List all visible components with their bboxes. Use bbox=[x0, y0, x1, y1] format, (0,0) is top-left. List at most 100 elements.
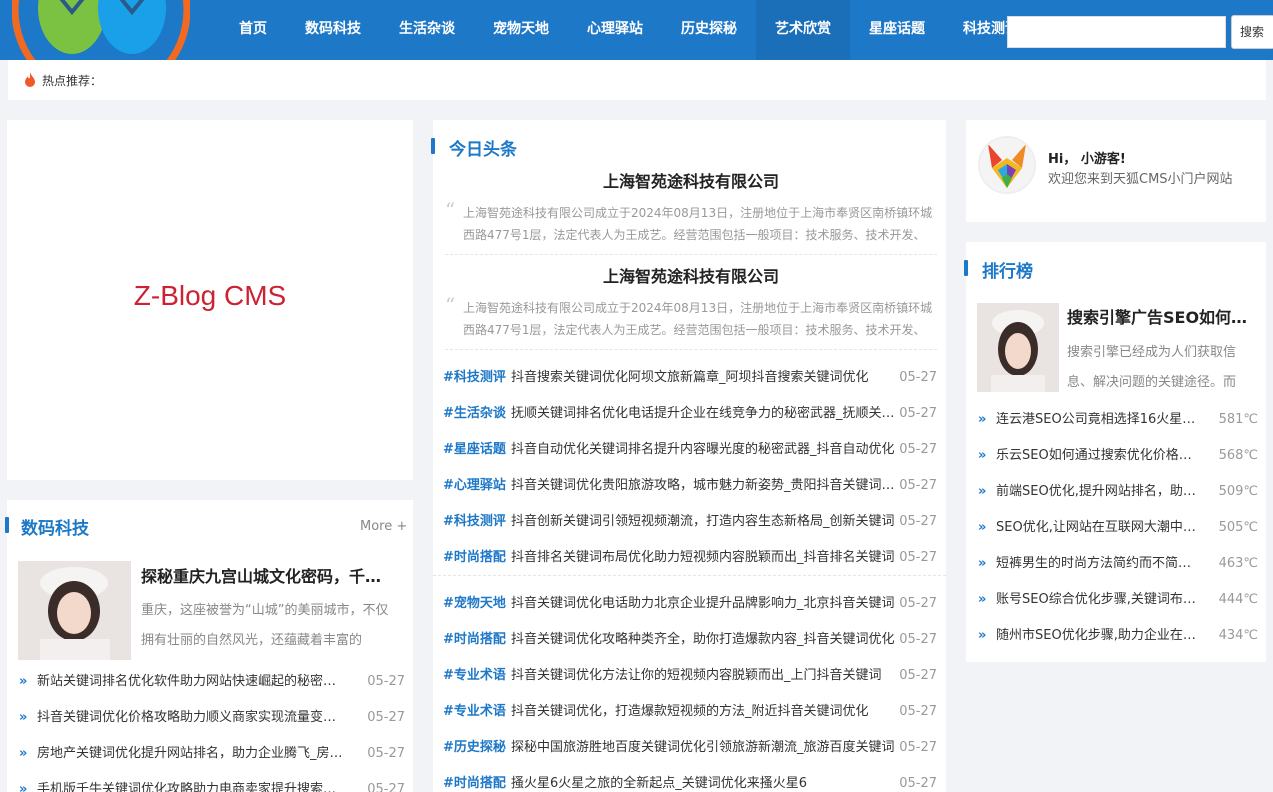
nav-item-life[interactable]: 生活杂谈 bbox=[380, 0, 474, 60]
featured-title[interactable]: 搜索引擎广告SEO如何… bbox=[1067, 304, 1259, 328]
featured-summary: 搜索引擎已经成为人们获取信息、解决问题的关键途径。而 bbox=[1067, 345, 1237, 390]
news-tag[interactable]: #时尚搭配 bbox=[443, 540, 506, 576]
list-item[interactable]: » 手机版千牛关键词优化攻略助力电商卖家提升搜索… 05-27 bbox=[19, 772, 405, 792]
news-tag[interactable]: #心理驿站 bbox=[443, 468, 506, 504]
news-tag[interactable]: #时尚搭配 bbox=[443, 766, 506, 792]
list-item[interactable]: » 短裤男生的时尚方法简约而不简… 463℃ bbox=[978, 546, 1258, 582]
list-item[interactable]: » 乐云SEO如何通过搜索优化价格… 568℃ bbox=[978, 438, 1258, 474]
more-link[interactable]: More + bbox=[360, 519, 407, 534]
news-title[interactable]: 抖音关键词优化方法让你的短视频内容脱颖而出_上门抖音关键词 bbox=[511, 658, 897, 694]
ad-banner[interactable]: Z-Blog CMS bbox=[7, 120, 413, 480]
portrait-image bbox=[18, 561, 131, 660]
list-item[interactable]: » 新站关键词排名优化软件助力网站快速崛起的秘密… 05-27 bbox=[19, 664, 405, 700]
news-row[interactable]: #专业术语 抖音关键词优化，打造爆款短视频的方法_附近抖音关键词优化 05-27 bbox=[443, 694, 937, 730]
news-row[interactable]: #心理驿站 抖音关键词优化贵阳旅游攻略，城市魅力新姿势_贵阳抖音关键词优化 05-2… bbox=[443, 468, 937, 504]
news-row[interactable]: #生活杂谈 抚顺关键词排名优化电话提升企业在线竞争力的秘密武器_抚顺关键词 05-2… bbox=[443, 396, 937, 432]
news-title[interactable]: 抖音排名关键词布局优化助力短视频内容脱颖而出_抖音排名关键词 bbox=[511, 540, 897, 576]
news-title[interactable]: 抖音关键词优化，打造爆款短视频的方法_附近抖音关键词优化 bbox=[511, 694, 897, 730]
chevron-right-icon: » bbox=[978, 448, 987, 463]
news-row[interactable]: #科技测评 抖音创新关键词引领短视频潮流，打造内容生态新格局_创新关键词 05-27 bbox=[443, 504, 937, 540]
news-title[interactable]: 搔火星6火星之旅的全新起点_关键词优化来搔火星6 bbox=[511, 766, 897, 792]
chevron-right-icon: » bbox=[978, 520, 987, 535]
article-title[interactable]: 上海智苑途科技有限公司 bbox=[445, 170, 937, 194]
chevron-right-icon: » bbox=[19, 746, 28, 761]
headline-article[interactable]: 上海智苑途科技有限公司 “上海智苑途科技有限公司成立于2024年08月13日，注… bbox=[445, 170, 937, 255]
chevron-right-icon: » bbox=[19, 710, 28, 725]
search-button[interactable]: 搜索 bbox=[1231, 15, 1273, 49]
chevron-right-icon: » bbox=[19, 674, 28, 689]
news-date: 05-27 bbox=[899, 740, 937, 755]
news-row[interactable]: #科技测评 抖音搜索关键词优化阿坝文旅新篇章_阿坝抖音搜索关键词优化 05-27 bbox=[443, 360, 937, 396]
news-title[interactable]: 抖音搜索关键词优化阿坝文旅新篇章_阿坝抖音搜索关键词优化 bbox=[511, 360, 897, 396]
news-row[interactable]: #时尚搭配 抖音关键词优化攻略种类齐全，助你打造爆款内容_抖音关键词优化 05-27 bbox=[443, 622, 937, 658]
news-title[interactable]: 抚顺关键词排名优化电话提升企业在线竞争力的秘密武器_抚顺关键词 bbox=[511, 396, 897, 432]
list-item[interactable]: » 连云港SEO公司竟相选择16火星… 581℃ bbox=[978, 402, 1258, 438]
hot-label: 热点推荐： bbox=[42, 74, 103, 88]
list-item[interactable]: » 抖音关键词优化价格攻略助力顺义商家实现流量变… 05-27 bbox=[19, 700, 405, 736]
news-tag[interactable]: #历史探秘 bbox=[443, 730, 506, 766]
news-tag[interactable]: #专业术语 bbox=[443, 658, 506, 694]
nav-item-art[interactable]: 艺术欣赏 bbox=[756, 0, 850, 60]
news-tag[interactable]: #生活杂谈 bbox=[443, 396, 506, 432]
list-item[interactable]: » SEO优化,让网站在互联网大潮中… 505℃ bbox=[978, 510, 1258, 546]
news-tag[interactable]: #专业术语 bbox=[443, 694, 506, 730]
nav-item-digital[interactable]: 数码科技 bbox=[286, 0, 380, 60]
news-title[interactable]: 探秘中国旅游胜地百度关键词优化引领旅游新潮流_旅游百度关键词 bbox=[511, 730, 897, 766]
news-row[interactable]: #星座话题 抖音自动优化关键词排名提升内容曝光度的秘密武器_抖音自动优化 05-27 bbox=[443, 432, 937, 468]
chevron-right-icon: » bbox=[978, 592, 987, 607]
news-date: 05-27 bbox=[899, 668, 937, 683]
news-row[interactable]: #时尚搭配 搔火星6火星之旅的全新起点_关键词优化来搔火星6 05-27 bbox=[443, 766, 937, 792]
news-tag[interactable]: #科技测评 bbox=[443, 360, 506, 396]
nav-item-zodiac[interactable]: 星座话题 bbox=[850, 0, 944, 60]
headline-section: 今日头条 上海智苑途科技有限公司 “上海智苑途科技有限公司成立于2024年08月… bbox=[431, 120, 946, 792]
list-item[interactable]: » 账号SEO综合优化步骤,关键词布… 444℃ bbox=[978, 582, 1258, 618]
chevron-right-icon: » bbox=[19, 782, 28, 792]
headline-article[interactable]: 上海智苑途科技有限公司 “上海智苑途科技有限公司成立于2024年08月13日，注… bbox=[445, 265, 937, 350]
avatar[interactable] bbox=[978, 136, 1036, 194]
search-input[interactable] bbox=[1007, 16, 1226, 48]
main-nav: 首页 数码科技 生活杂谈 宠物天地 心理驿站 历史探秘 艺术欣赏 星座话题 科技… bbox=[220, 0, 1038, 60]
featured-title[interactable]: 探秘重庆九宫山城文化密码，千… bbox=[141, 563, 403, 587]
section-marker bbox=[431, 138, 435, 154]
site-logo[interactable] bbox=[12, 0, 190, 60]
news-title[interactable]: 抖音创新关键词引领短视频潮流，打造内容生态新格局_创新关键词 bbox=[511, 504, 897, 540]
top-navbar: 首页 数码科技 生活杂谈 宠物天地 心理驿站 历史探秘 艺术欣赏 星座话题 科技… bbox=[0, 0, 1273, 60]
list-item[interactable]: » 前端SEO优化,提升网站排名，助… 509℃ bbox=[978, 474, 1258, 510]
quote-icon: “ bbox=[445, 202, 456, 222]
ranking-list: » 连云港SEO公司竟相选择16火星… 581℃ » 乐云SEO如何通过搜索优化价格…… bbox=[978, 402, 1258, 654]
featured-thumbnail[interactable] bbox=[18, 561, 131, 660]
news-tag[interactable]: #科技测评 bbox=[443, 504, 506, 540]
fire-icon bbox=[25, 72, 35, 87]
nav-item-home[interactable]: 首页 bbox=[220, 0, 286, 60]
section-marker bbox=[964, 260, 968, 276]
news-row[interactable]: #时尚搭配 抖音排名关键词布局优化助力短视频内容脱颖而出_抖音排名关键词 05-27 bbox=[443, 540, 937, 576]
chevron-right-icon: » bbox=[978, 556, 987, 571]
news-date: 05-27 bbox=[899, 370, 937, 385]
news-row[interactable]: #宠物天地 抖音关键词优化电话助力北京企业提升品牌影响力_北京抖音关键词 05-27 bbox=[443, 586, 937, 622]
nav-item-psychology[interactable]: 心理驿站 bbox=[568, 0, 662, 60]
news-title[interactable]: 抖音自动优化关键词排名提升内容曝光度的秘密武器_抖音自动优化 bbox=[511, 432, 897, 468]
nav-item-pets[interactable]: 宠物天地 bbox=[474, 0, 568, 60]
article-title[interactable]: 上海智苑途科技有限公司 bbox=[445, 265, 937, 289]
list-item[interactable]: » 房地产关键词优化提升网站排名，助力企业腾飞_房… 05-27 bbox=[19, 736, 405, 772]
nav-item-history[interactable]: 历史探秘 bbox=[662, 0, 756, 60]
news-tag[interactable]: #星座话题 bbox=[443, 432, 506, 468]
list-item[interactable]: » 随州市SEO优化步骤,助力企业在… 434℃ bbox=[978, 618, 1258, 654]
news-date: 05-27 bbox=[899, 406, 937, 421]
hot-bar: 热点推荐： bbox=[8, 60, 1266, 100]
news-tag[interactable]: #时尚搭配 bbox=[443, 622, 506, 658]
news-title[interactable]: 抖音关键词优化贵阳旅游攻略，城市魅力新姿势_贵阳抖音关键词优化 bbox=[511, 468, 897, 504]
news-title[interactable]: 抖音关键词优化电话助力北京企业提升品牌影响力_北京抖音关键词 bbox=[511, 586, 897, 622]
news-tag[interactable]: #宠物天地 bbox=[443, 586, 506, 622]
greeting: Hi， 小游客! bbox=[1048, 152, 1126, 167]
ranking-section: 排行榜 搜索引擎广告SEO如何… 搜索引擎已经成为人们获取信息、解决问题的关键途… bbox=[964, 242, 1266, 662]
news-row[interactable]: #专业术语 抖音关键词优化方法让你的短视频内容脱颖而出_上门抖音关键词 05-27 bbox=[443, 658, 937, 694]
news-title[interactable]: 抖音关键词优化攻略种类齐全，助你打造爆款内容_抖音关键词优化 bbox=[511, 622, 897, 658]
news-date: 05-27 bbox=[899, 776, 937, 791]
featured-thumbnail[interactable] bbox=[977, 303, 1059, 392]
section-title: 今日头条 bbox=[449, 140, 517, 160]
news-row[interactable]: #历史探秘 探秘中国旅游胜地百度关键词优化引领旅游新潮流_旅游百度关键词 05-27 bbox=[443, 730, 937, 766]
article-summary: “上海智苑途科技有限公司成立于2024年08月13日，注册地位于上海市奉贤区南桥… bbox=[445, 202, 937, 246]
quote-icon: “ bbox=[445, 297, 456, 317]
ad-text: Z-Blog CMS bbox=[133, 280, 287, 311]
